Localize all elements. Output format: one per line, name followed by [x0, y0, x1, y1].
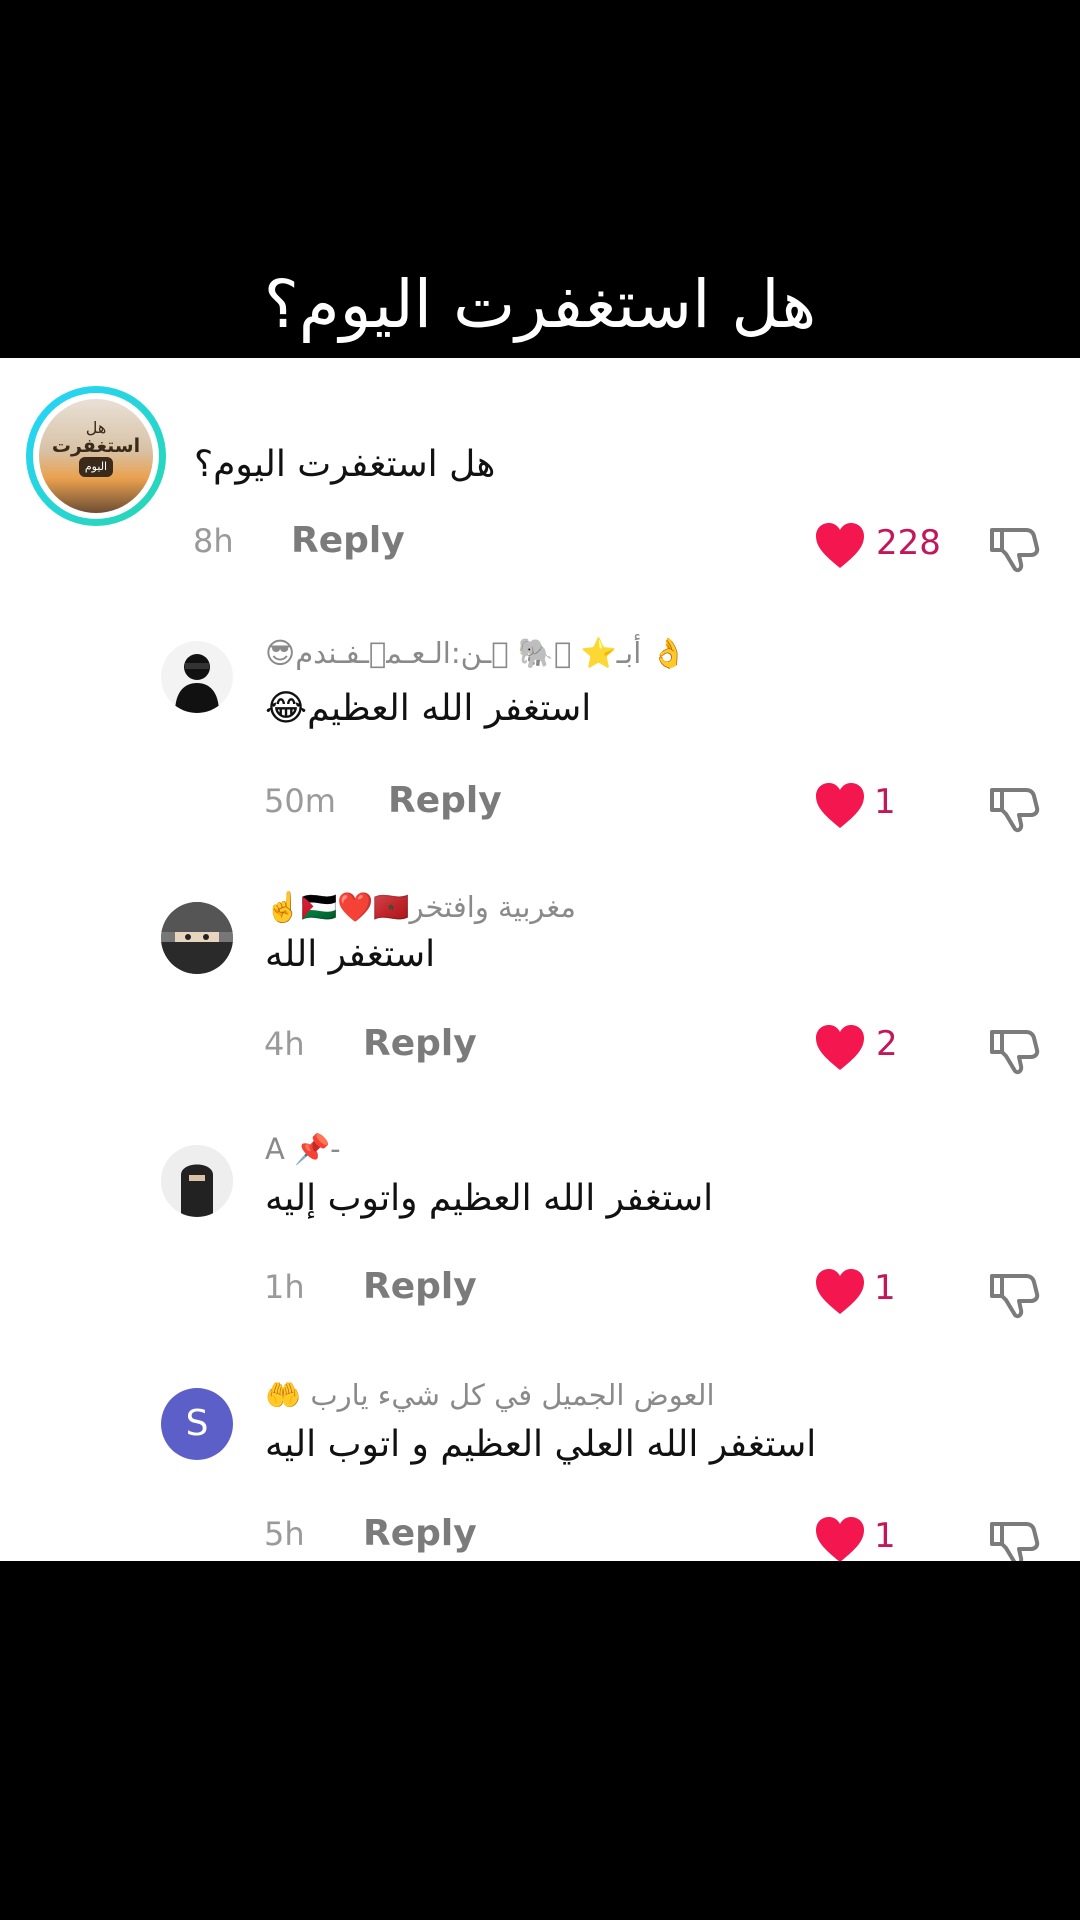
dislike-icon[interactable] [988, 522, 1040, 574]
avatar-photo: هل استغفرت اليوم [39, 399, 153, 513]
avatar-text-line2: استغفرت [51, 435, 141, 457]
main-comment-avatar[interactable]: هل استغفرت اليوم [26, 386, 166, 526]
video-title: هل استغفرت اليوم؟ [263, 266, 817, 343]
like-count: 2 [876, 1024, 898, 1064]
like-count: 1 [874, 782, 896, 822]
avatar-badge: اليوم [78, 457, 114, 477]
dislike-icon[interactable] [988, 1268, 1040, 1320]
like-count: 1 [874, 1268, 896, 1308]
reply-text: استغفر الله [265, 934, 436, 975]
reply-button[interactable]: Reply [363, 1513, 477, 1554]
reply-username[interactable]: العوض الجميل في كل شيء يارب 🤲 [265, 1378, 715, 1413]
comment-text: هل استغفرت اليوم؟ [194, 444, 496, 485]
heart-icon[interactable] [814, 782, 866, 830]
reply-text: استغفر الله العلي العظيم و اتوب اليه [265, 1424, 817, 1465]
reply-username[interactable]: A 📌- [265, 1132, 341, 1167]
reply-time: 5h [264, 1515, 305, 1553]
reply-username[interactable]: 👌 أبـ⭐ ⃟🐘 ⃟ـن:الـعـم⃟ـفـندم😎 [265, 636, 687, 671]
comments-panel: هل استغفرت اليوم هل استغفرت اليوم؟ 8h Re… [0, 358, 1080, 1561]
reply-time: 4h [264, 1025, 305, 1063]
dislike-icon[interactable] [988, 1516, 1040, 1561]
reply-time: 50m [264, 782, 336, 820]
reply-button[interactable]: Reply [363, 1266, 477, 1307]
heart-icon[interactable] [814, 522, 866, 570]
heart-icon[interactable] [814, 1268, 866, 1316]
user-photo-avatar[interactable] [161, 1145, 233, 1217]
reply-text: استغفر الله العظيم واتوب إليه [265, 1178, 714, 1219]
heart-icon[interactable] [814, 1516, 866, 1561]
reply-button[interactable]: Reply [363, 1023, 477, 1064]
reply-text: استغفر الله العظيم😂 [265, 688, 592, 729]
user-photo-avatar[interactable] [161, 641, 233, 713]
dislike-icon[interactable] [988, 1024, 1040, 1076]
dislike-icon[interactable] [988, 782, 1040, 834]
letter-avatar[interactable]: S [161, 1388, 233, 1460]
like-count: 1 [874, 1516, 896, 1556]
reply-username[interactable]: مغربية وافتخر🇵🇸❤️🇲🇦☝️ [265, 890, 576, 925]
reply-button[interactable]: Reply [291, 520, 405, 561]
like-count: 228 [876, 523, 941, 563]
reply-button[interactable]: Reply [388, 780, 502, 821]
comment-time: 8h [193, 522, 234, 560]
user-photo-avatar[interactable] [161, 902, 233, 974]
reply-time: 1h [264, 1268, 305, 1306]
heart-icon[interactable] [814, 1024, 866, 1072]
